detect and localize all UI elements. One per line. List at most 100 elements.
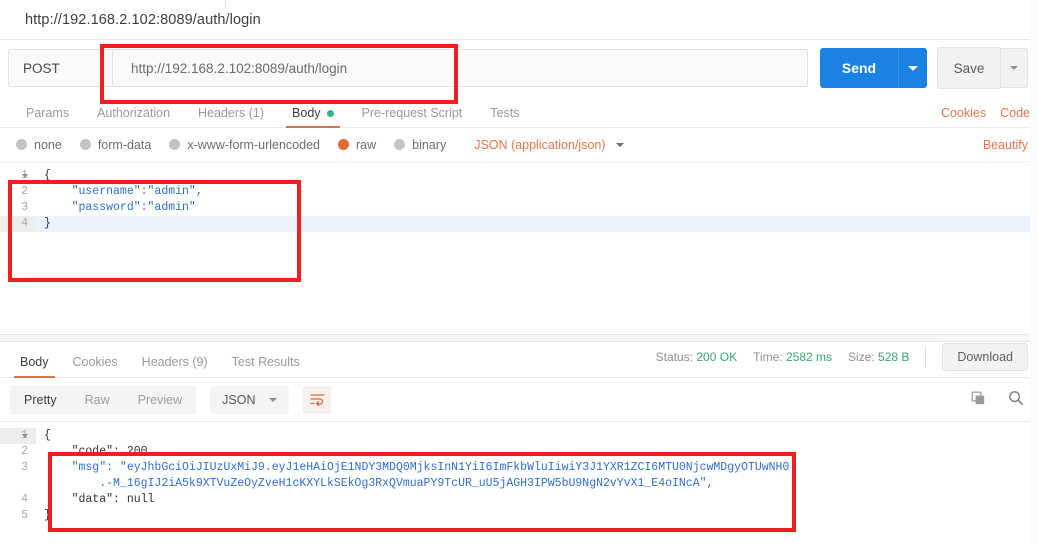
tab-authorization[interactable]: Authorization <box>83 106 184 127</box>
response-body-editor[interactable]: 1 2 3 4 5 { "code": 200, "msg": "eyJhbGc… <box>0 422 1038 524</box>
tab-label: Body <box>292 106 321 120</box>
http-method-select[interactable]: POST <box>8 49 113 87</box>
chevron-down-icon <box>615 142 624 147</box>
window-scrollbar[interactable] <box>1030 0 1038 545</box>
tab-label: Params <box>26 106 70 120</box>
code-line: { <box>44 429 51 442</box>
code-line: "msg": "eyJhbGciOiJIUzUxMiJ9.eyJ1eHAiOjE… <box>44 461 790 474</box>
body-type-form-data[interactable]: form-data <box>79 137 152 152</box>
body-type-raw[interactable]: raw <box>338 138 376 152</box>
view-raw-button[interactable]: Raw <box>71 386 124 414</box>
response-tab-cookies[interactable]: Cookies <box>61 355 130 377</box>
tab-label: Authorization <box>97 106 171 120</box>
request-title-bar: http://192.168.2.102:8089/auth/login <box>0 0 1038 40</box>
line-number: 1 <box>21 169 28 182</box>
response-view-segmented: Pretty Raw Preview <box>10 385 197 414</box>
response-tab-headers[interactable]: Headers (9) <box>130 355 220 377</box>
response-toolbar-right <box>971 390 1038 409</box>
code-line: "username":"admin", <box>44 185 203 198</box>
view-pretty-button[interactable]: Pretty <box>10 385 71 414</box>
url-input[interactable]: http://192.168.2.102:8089/auth/login <box>113 49 808 87</box>
code-line: "code": 200, <box>44 445 155 458</box>
response-format-select[interactable]: JSON <box>210 385 290 414</box>
search-button[interactable] <box>1008 390 1024 409</box>
line-number: 3 <box>21 461 28 474</box>
copy-button[interactable] <box>971 391 986 409</box>
request-body-editor[interactable]: 1 2 3 4 { "username":"admin", "password"… <box>0 162 1038 334</box>
response-tab-body[interactable]: Body <box>8 355 61 378</box>
tab-headers[interactable]: Headers (1) <box>184 106 278 127</box>
body-type-none[interactable]: none <box>16 138 62 152</box>
beautify-button[interactable]: Beautify <box>983 138 1028 152</box>
tab-label: Pre-request Script <box>361 106 463 120</box>
url-bar: POST http://192.168.2.102:8089/auth/logi… <box>0 40 1038 96</box>
response-toolbar: Pretty Raw Preview JSON <box>0 378 1038 422</box>
tab-params[interactable]: Params <box>12 106 83 127</box>
request-tab-bar: Params Authorization Headers (1) Body Pr… <box>0 96 1038 128</box>
postman-window: http://192.168.2.102:8089/auth/login POS… <box>0 0 1038 545</box>
body-type-label: binary <box>412 137 447 152</box>
line-number: 3 <box>21 201 28 214</box>
meta-divider <box>925 346 927 368</box>
download-button[interactable]: Download <box>942 343 1028 371</box>
chevron-down-icon <box>1010 66 1018 70</box>
code-link[interactable]: Code <box>1000 106 1030 120</box>
body-type-label: x-www-form-urlencoded <box>187 137 320 152</box>
tab-pre-request-script[interactable]: Pre-request Script <box>348 106 477 127</box>
save-button[interactable]: Save <box>937 47 1000 89</box>
code-line: { <box>44 169 51 182</box>
copy-icon <box>971 391 985 404</box>
request-line-gutter: 1 2 3 4 <box>0 162 36 334</box>
line-number: 1 <box>0 428 36 444</box>
request-code-lines: { "username":"admin", "password":"admin"… <box>36 168 1038 232</box>
chevron-down-icon <box>908 65 918 71</box>
time-value: 2582 ms <box>785 350 833 364</box>
body-active-dot-icon <box>326 109 334 117</box>
response-tab-test-results[interactable]: Test Results <box>220 355 312 377</box>
code-line: } <box>44 509 51 522</box>
body-type-label: form-data <box>97 137 152 152</box>
send-button[interactable]: Send <box>820 48 898 88</box>
time-label: Time: <box>753 350 783 364</box>
radio-icon <box>169 139 181 150</box>
line-number: 4 <box>21 493 28 506</box>
body-type-binary[interactable]: binary <box>394 138 446 152</box>
send-options-button[interactable] <box>898 48 927 88</box>
request-tabs-right-links: Cookies Code <box>941 106 1038 127</box>
tab-seam-divider <box>225 0 226 8</box>
search-icon <box>1009 391 1024 406</box>
response-meta: Status: 200 OK Time: 2582 ms Size: 528 B… <box>656 343 1038 377</box>
save-options-button[interactable] <box>1000 48 1028 88</box>
line-number: 4 <box>0 216 36 232</box>
fold-arrow-icon[interactable] <box>22 174 28 178</box>
size-value: 528 B <box>878 350 910 364</box>
body-type-urlencoded[interactable]: x-www-form-urlencoded <box>169 138 320 152</box>
fold-arrow-icon[interactable] <box>22 434 28 438</box>
tab-tests[interactable]: Tests <box>476 106 533 127</box>
time-badge: Time: 2582 ms <box>753 350 832 364</box>
size-label: Size: <box>848 350 875 364</box>
response-tab-bar: Body Cookies Headers (9) Test Results St… <box>0 342 1038 378</box>
status-label: Status: <box>655 350 694 364</box>
line-number: 5 <box>21 509 28 522</box>
body-format-select[interactable]: JSON (application/json) <box>474 138 624 152</box>
page-title: http://192.168.2.102:8089/auth/login <box>25 11 261 28</box>
word-wrap-button[interactable] <box>303 385 332 414</box>
view-preview-button[interactable]: Preview <box>124 386 196 414</box>
line-number: 2 <box>21 445 28 458</box>
radio-icon <box>16 139 27 150</box>
line-number <box>0 476 36 492</box>
send-save-group: Send Save <box>820 47 1028 89</box>
word-wrap-icon <box>310 394 325 406</box>
size-badge: Size: 528 B <box>848 350 909 364</box>
code-line: .-M_16gIJ2iA5k9XTVuZeOyZveH1cKXYLkSEkOg3… <box>44 477 714 490</box>
body-type-label: raw <box>356 137 377 152</box>
status-value: 200 OK <box>696 350 738 364</box>
response-split-divider[interactable] <box>0 334 1038 342</box>
cookies-link[interactable]: Cookies <box>941 106 986 120</box>
code-line: "data": null <box>44 493 155 506</box>
tab-body[interactable]: Body <box>278 106 348 128</box>
tab-label: Headers (1) <box>198 106 265 120</box>
radio-icon <box>394 139 406 150</box>
radio-selected-icon <box>338 139 349 150</box>
